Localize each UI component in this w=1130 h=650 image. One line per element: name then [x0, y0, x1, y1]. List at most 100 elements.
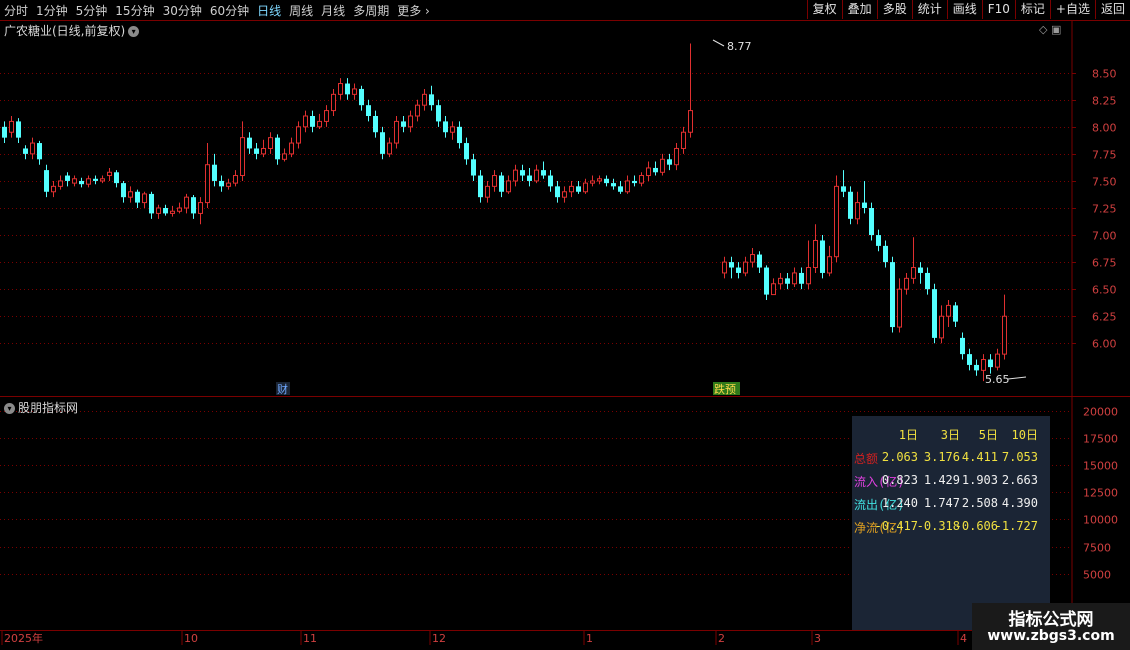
candle-body [30, 142, 35, 155]
candle-body [625, 180, 630, 193]
candle-body [576, 186, 581, 192]
candle-body [492, 175, 497, 187]
candle-body [681, 131, 686, 149]
candle-body [953, 305, 958, 322]
candle-body [932, 289, 937, 338]
time-axis-label: 2025年 [4, 631, 43, 645]
candle-body [799, 272, 804, 284]
price-tick-label: 6.75 [1092, 257, 1117, 270]
candle-body [967, 354, 972, 365]
candle-body [995, 353, 1000, 368]
candle-body [827, 256, 832, 274]
candle-body [653, 167, 658, 173]
candle-body [562, 191, 567, 198]
candle-body [583, 182, 588, 193]
candle-body [785, 278, 790, 284]
candle-body [44, 170, 49, 192]
candle-body [268, 137, 273, 149]
candle-body [338, 83, 343, 95]
indicator-tick-label: 5000 [1083, 569, 1111, 582]
candle-body [436, 105, 441, 122]
table-header-row: 1日 3日 5日 10日 [852, 426, 1050, 442]
indicator-title[interactable]: ▾ 股朋指标网 [4, 399, 78, 416]
candle-body [72, 178, 77, 184]
time-axis-label: 3 [814, 632, 821, 645]
candle-body [135, 191, 140, 203]
candle-body [16, 121, 21, 138]
price-tick-label: 7.75 [1092, 149, 1117, 162]
watermark-title: 指标公式网 [1008, 610, 1094, 630]
header-10d: 10日 [1011, 428, 1038, 442]
finance-marker[interactable]: 财 [277, 382, 288, 396]
candle-body [226, 182, 231, 187]
diamond-icon[interactable]: ◇ [1039, 23, 1047, 36]
candle-body [750, 254, 755, 263]
candle-body [310, 116, 315, 127]
candle-body [792, 272, 797, 285]
candle-body [345, 83, 350, 95]
candle-body [303, 115, 308, 128]
candle-body [93, 178, 98, 181]
candle-body [674, 147, 679, 166]
candle-body [170, 210, 175, 214]
candle-body [764, 267, 769, 295]
panel-toggle-icon[interactable]: ▣ [1051, 23, 1061, 36]
high-price-label: 8.77 [727, 40, 752, 53]
candle-body [534, 169, 539, 182]
candle-body [37, 143, 42, 160]
candle-body [904, 277, 909, 290]
cell: 4.390 [1001, 496, 1038, 510]
candle-body [527, 175, 532, 181]
candle-body [373, 116, 378, 133]
candle-body [590, 180, 595, 184]
candle-body [688, 110, 693, 133]
candle-body [107, 171, 112, 177]
time-axis-label: 10 [184, 632, 198, 645]
stock-title[interactable]: 广农糖业(日线,前复权) ▾ [4, 22, 140, 39]
candle-body [114, 172, 119, 184]
candle-body [79, 180, 84, 185]
candle-body [422, 93, 427, 106]
candle-body [394, 120, 399, 144]
candle-body [23, 148, 28, 154]
drop-warning-marker[interactable]: 跌预 [714, 382, 736, 396]
candle-body [499, 175, 504, 192]
candle-body [520, 170, 525, 176]
indicator-title-text: 股朋指标网 [18, 401, 79, 415]
chevron-down-icon[interactable]: ▾ [128, 26, 140, 37]
candle-body [988, 359, 993, 368]
candle-body [660, 158, 665, 173]
indicator-tick-label: 20000 [1083, 406, 1118, 419]
candle-body [611, 183, 616, 187]
candle-body [247, 137, 252, 149]
price-tick-label: 7.00 [1092, 230, 1117, 243]
candle-body [911, 267, 916, 279]
cell: 7.053 [1001, 450, 1038, 464]
cell: 0.823 [881, 473, 918, 487]
header-1d: 1日 [898, 428, 918, 442]
candle-body [401, 121, 406, 127]
candle-body [974, 364, 979, 371]
cell: 1.240 [881, 496, 918, 510]
candle-body [198, 202, 203, 214]
candle-body [485, 185, 490, 198]
price-tick-label: 6.00 [1092, 338, 1117, 351]
candle-body [548, 175, 553, 187]
candle-body [65, 175, 70, 181]
candle-body [387, 142, 392, 155]
candle-body [142, 193, 147, 204]
chevron-down-icon[interactable]: ▾ [4, 403, 15, 414]
time-axis-label: 2 [718, 632, 725, 645]
candlestick-series [2, 43, 1007, 382]
candle-body [177, 207, 182, 212]
candle-body [184, 196, 189, 209]
candle-body [918, 267, 923, 273]
candle-body [869, 208, 874, 236]
candle-body [855, 202, 860, 220]
candle-body [478, 175, 483, 198]
candle-body [506, 180, 511, 193]
time-axis-label: 1 [586, 632, 593, 645]
candle-body [722, 261, 727, 274]
candle-body [743, 261, 748, 274]
candle-body [960, 337, 965, 355]
